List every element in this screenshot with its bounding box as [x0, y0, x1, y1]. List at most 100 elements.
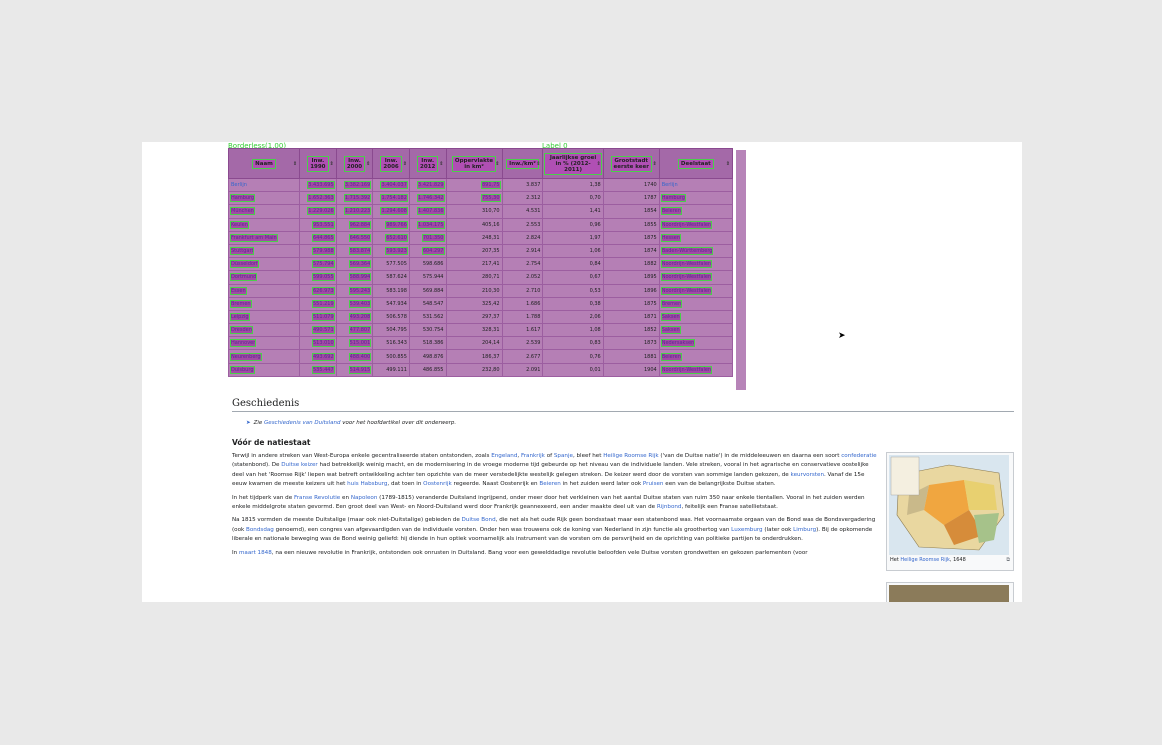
column-header-9[interactable]: Deelstaat ⇕ [658, 148, 734, 179]
paragraph-text: , na een nieuwe revolutie in Frankrijk, … [271, 549, 808, 556]
sort-icon[interactable]: ⇕ [403, 161, 407, 167]
article-link[interactable]: keurvorsten [791, 472, 824, 478]
table-cell[interactable]: Noordrijn-Westfalen [658, 217, 734, 232]
table-cell[interactable]: Saksen [658, 309, 734, 325]
table-cell: 1904 [602, 362, 660, 377]
table-cell[interactable]: Berlijn [227, 177, 301, 193]
sort-icon[interactable]: ⇕ [536, 161, 540, 167]
table-cell[interactable]: Saksen [658, 323, 734, 338]
table-cell[interactable]: Dortmund [227, 270, 301, 285]
table-cell[interactable]: Beieren [658, 204, 734, 219]
table-cell: 575.794 [299, 257, 337, 272]
table-row: Neurenberg 493.692 488.400 500.855 498.876 18… [227, 349, 734, 364]
table-row: Leipzig 511.079 493.208 506.578 531.562 297,3… [227, 309, 734, 325]
hatnote: ➤ Zie Geschiedenis van Duitsland voor het… [246, 420, 456, 426]
enlarge-icon[interactable]: ⧉ [1006, 557, 1010, 563]
table-cell[interactable]: Bremen [227, 296, 301, 311]
article-link[interactable]: huis Habsburg [347, 481, 387, 487]
table-cell[interactable]: Hamburg [227, 191, 301, 206]
column-header-7[interactable]: Jaarlijkse groei in % (2012-2011) ⇕ [542, 148, 604, 179]
hatnote-link[interactable]: Geschiedenis van Duitsland [264, 420, 340, 426]
table-cell: 204,14 [445, 336, 503, 351]
second-figure-image[interactable] [889, 585, 1009, 602]
sort-icon[interactable]: ⇕ [293, 161, 297, 167]
table-cell[interactable]: Noordrijn-Westfalen [658, 283, 734, 298]
table-cell: 498.876 [408, 349, 447, 364]
table-cell: 579.988 [299, 243, 337, 259]
article-link[interactable]: Beieren [539, 481, 560, 487]
hatnote-suffix: voor het hoofdartikel over dit onderwerp… [340, 420, 457, 426]
table-cell: 0,53 [542, 283, 604, 298]
table-cell[interactable]: Dresden [227, 323, 301, 338]
table-cell: 3.837 [501, 177, 544, 193]
article-link[interactable]: Bondsdag [246, 527, 274, 533]
sort-icon[interactable]: ⇕ [329, 161, 333, 167]
article-link[interactable]: Duitse Bond [462, 517, 496, 523]
article-link[interactable]: Heilige Roomse Rijk [603, 453, 658, 459]
column-header-2[interactable]: Inw. 2000 ⇕ [335, 148, 374, 179]
article-link[interactable]: Napoleon [351, 495, 378, 501]
article-link[interactable]: Limburg [793, 527, 816, 533]
section-heading: Geschiedenis [232, 398, 1014, 412]
article-link[interactable]: Frankrijk [521, 453, 545, 459]
caption-link[interactable]: Heilige Roomse Rijk [900, 557, 950, 563]
table-cell[interactable]: Bremen [658, 296, 734, 311]
table-cell[interactable]: Hannover [227, 336, 301, 351]
article-link[interactable]: Franse Revolutie [294, 495, 340, 501]
table-cell[interactable]: Stuttgart [227, 243, 301, 259]
table-cell[interactable]: Essen [227, 283, 301, 298]
article-link[interactable]: maart 1848 [239, 550, 272, 556]
sort-icon[interactable]: ⇕ [653, 161, 657, 167]
article-link[interactable]: Luxemburg [731, 527, 762, 533]
table-cell[interactable]: Frankfurt am Main [227, 230, 301, 245]
table-cell[interactable]: Nedersaksen [658, 336, 734, 351]
paragraph-text: een van de belangrijkste Duitse staten. [663, 481, 776, 488]
table-cell[interactable]: Beieren [658, 349, 734, 364]
table-cell[interactable]: München [227, 204, 301, 219]
column-header-4[interactable]: Inw. 2012 ⇕ [408, 148, 447, 179]
table-cell[interactable]: Noordrijn-Westfalen [658, 362, 734, 377]
sort-icon[interactable]: ⇕ [439, 161, 443, 167]
article-link[interactable]: Spanje [554, 453, 573, 459]
article-link[interactable]: Engeland [491, 453, 517, 459]
column-header-5[interactable]: Oppervlakte in km² ⇕ [445, 148, 503, 179]
sort-icon[interactable]: ⇕ [366, 161, 370, 167]
table-cell: 1,08 [542, 323, 604, 338]
article-link[interactable]: Duitse keizer [281, 462, 317, 468]
column-header-0[interactable]: Naam ⇕ [227, 148, 301, 179]
table-cell: 2.914 [501, 243, 544, 259]
column-header-8[interactable]: Grootstadt eerste keer ⇕ [602, 148, 660, 179]
table-cell: 486.855 [408, 362, 447, 377]
sort-icon[interactable]: ⇕ [495, 161, 499, 167]
article-link[interactable]: confederatie [841, 453, 876, 459]
table-cell: 210,30 [445, 283, 503, 298]
table-cell[interactable]: Keulen [227, 217, 301, 232]
map-figure[interactable]: Het Heilige Roomse Rijk, 1648 ⧉ [886, 452, 1014, 571]
table-cell[interactable]: Duisburg [227, 362, 301, 377]
table-cell: 598.686 [408, 257, 447, 272]
paragraph-text: of [544, 453, 554, 459]
map-image[interactable] [889, 455, 1009, 555]
table-cell[interactable]: Berlijn [658, 177, 734, 193]
article-link[interactable]: Rijnbond [657, 504, 682, 510]
table-cell: 1.617 [501, 323, 544, 338]
table-row: Berlijn 3.433.695 3.382.169 3.404.037 3.421.… [227, 177, 734, 193]
table-cell[interactable]: Düsseldorf [227, 257, 301, 272]
table-cell[interactable]: Hessen [658, 230, 734, 245]
second-figure[interactable] [886, 582, 1014, 602]
table-cell[interactable]: Noordrijn-Westfalen [658, 270, 734, 285]
table-cell: 1875 [602, 296, 660, 311]
table-cell[interactable]: Baden-Württemberg [658, 243, 734, 259]
table-cell[interactable]: Leipzig [227, 309, 301, 325]
article-link[interactable]: Pruisen [643, 481, 664, 487]
article-link[interactable]: Oostenrijk [423, 481, 452, 487]
sort-icon[interactable]: ⇕ [597, 161, 601, 167]
sort-icon[interactable]: ⇕ [726, 161, 730, 167]
table-cell[interactable]: Noordrijn-Westfalen [658, 257, 734, 272]
column-header-1[interactable]: Inw. 1990 ⇕ [299, 148, 337, 179]
column-header-6[interactable]: Inw./km² ⇕ [501, 148, 544, 179]
table-cell[interactable]: Hamburg [658, 191, 734, 206]
column-header-3[interactable]: Inw. 2006 ⇕ [372, 148, 410, 179]
table-cell[interactable]: Neurenberg [227, 349, 301, 364]
table-cell: 755,30 [445, 191, 503, 206]
